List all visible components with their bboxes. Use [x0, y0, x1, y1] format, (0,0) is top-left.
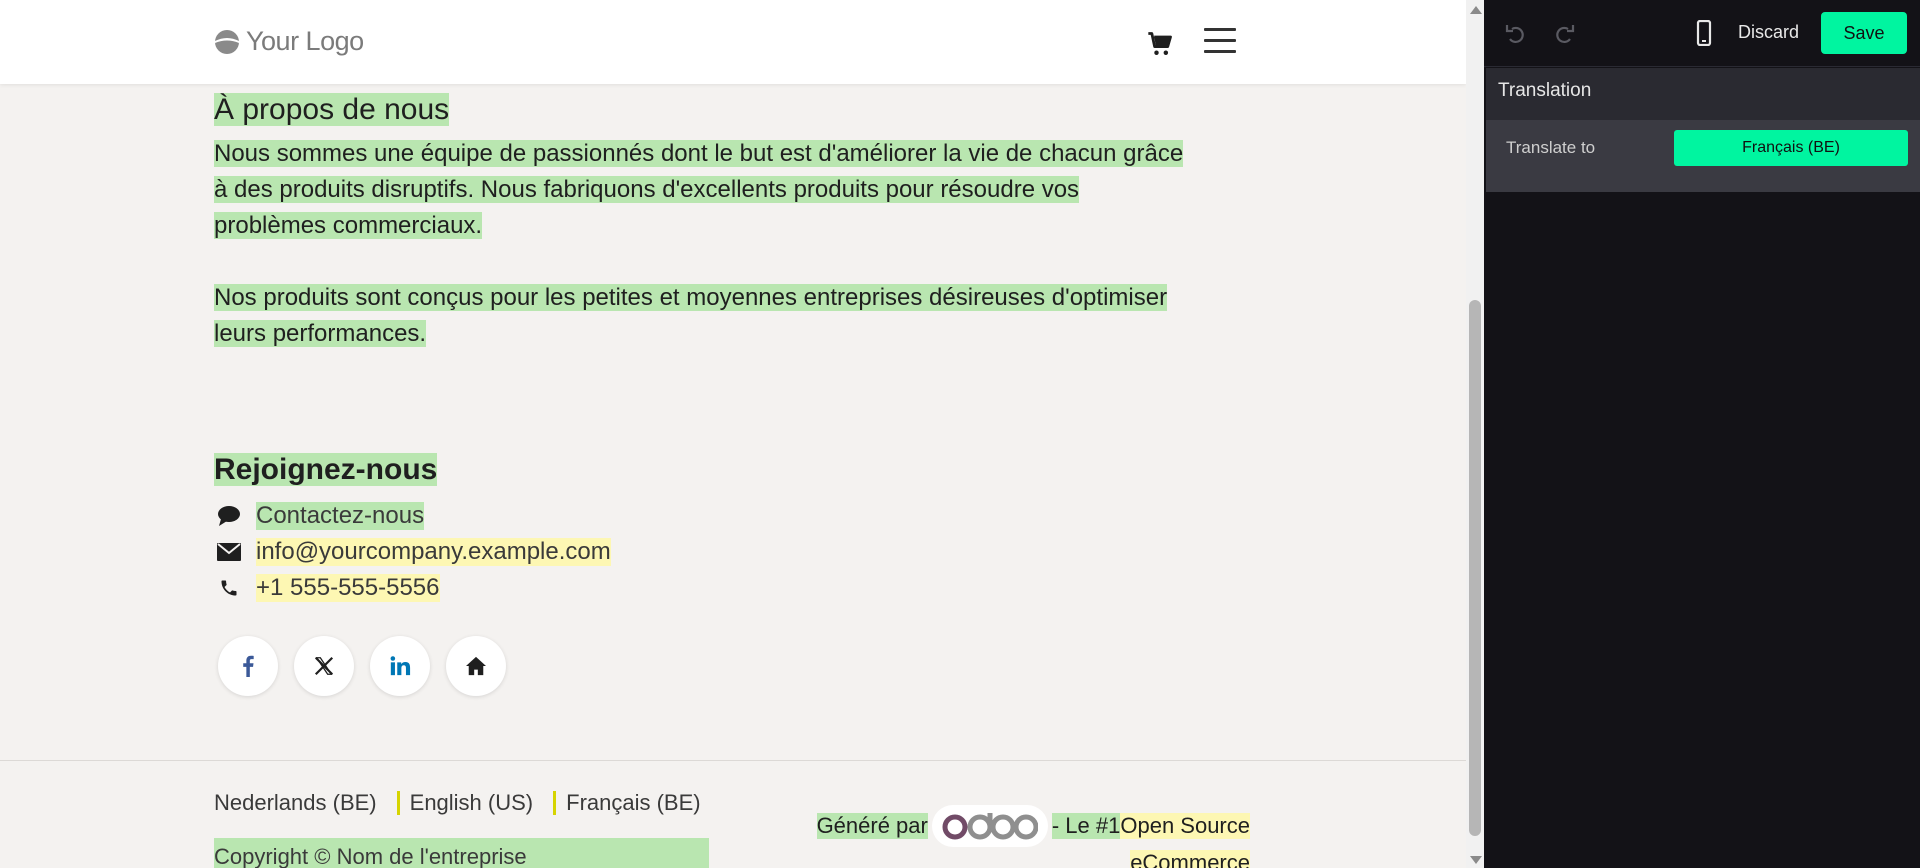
about-title: À propos de nous [214, 93, 450, 126]
website-preview: Your Logo À propos de nous Nous sommes u… [0, 0, 1466, 868]
save-button[interactable]: Save [1821, 12, 1907, 54]
facebook-icon[interactable] [218, 636, 278, 696]
mobile-preview-icon[interactable] [1692, 20, 1716, 46]
lang-francais[interactable]: Français (BE) [566, 790, 700, 816]
scrollbar-thumb[interactable] [1469, 300, 1481, 836]
logo-text: Your Logo [246, 26, 364, 56]
scroll-down-arrow-icon[interactable] [1470, 856, 1482, 864]
lang-nederlands[interactable]: Nederlands (BE) [214, 790, 377, 816]
scroll-up-arrow-icon[interactable] [1470, 6, 1482, 14]
panel-title: Translation [1498, 80, 1592, 101]
phone-link[interactable]: +1 555-555-5556 [256, 574, 440, 602]
ecommerce-link[interactable]: eCommerce [1130, 850, 1250, 868]
logo-icon [215, 29, 239, 54]
odoo-logo-icon [942, 813, 1038, 840]
editor-toolbar: Discard Save [1484, 0, 1920, 67]
site-header: Your Logo [0, 0, 1466, 84]
about-paragraph-2: Nos produits sont conçus pour les petite… [214, 284, 1168, 347]
lang-english[interactable]: English (US) [410, 790, 533, 816]
phone-row[interactable]: +1 555-555-5556 [214, 570, 611, 606]
page-scrollbar[interactable] [1466, 0, 1484, 868]
odoo-logo[interactable] [931, 805, 1048, 847]
comment-icon [214, 503, 244, 529]
powered-prefix: Généré par [816, 813, 928, 839]
hamburger-menu-icon[interactable] [1204, 28, 1236, 56]
translate-to-label: Translate to [1506, 138, 1596, 157]
contact-link-row[interactable]: Contactez-nous [214, 498, 611, 534]
editor-sidebar: Discard Save Translation Translate to Fr… [1484, 0, 1920, 868]
contact-list: Contactez-nous info@yourcompany.example.… [214, 498, 611, 606]
powered-by: Généré par - Le #1 Open Source eCommerce [808, 804, 1250, 868]
x-icon[interactable] [294, 636, 354, 696]
email-link[interactable]: info@yourcompany.example.com [256, 538, 611, 566]
redo-icon[interactable] [1552, 22, 1576, 46]
email-row[interactable]: info@yourcompany.example.com [214, 534, 611, 570]
translation-panel: Translation Translate to Français (BE) [1486, 68, 1920, 192]
undo-icon[interactable] [1504, 22, 1528, 46]
lang-separator [396, 791, 400, 815]
discard-button[interactable]: Discard [1738, 18, 1799, 46]
copyright-text: Copyright © Nom de l'entreprise [214, 838, 709, 868]
translate-to-select[interactable]: Français (BE) [1674, 130, 1908, 166]
powered-suffix: - Le #1 [1051, 813, 1121, 839]
join-title: Rejoignez-nous [214, 453, 438, 486]
envelope-icon [214, 539, 244, 565]
linkedin-icon[interactable] [370, 636, 430, 696]
about-paragraph-1: Nous sommes une équipe de passionnés don… [214, 140, 1184, 239]
home-icon[interactable] [446, 636, 506, 696]
cart-icon[interactable] [1146, 30, 1174, 58]
translate-to-row: Translate to Français (BE) [1486, 120, 1920, 192]
site-logo[interactable]: Your Logo [214, 26, 364, 57]
open-source-link[interactable]: Open Source [1120, 813, 1250, 839]
footer-divider [0, 760, 1466, 761]
phone-icon [214, 575, 244, 601]
language-selector: Nederlands (BE) English (US) Français (B… [214, 790, 701, 816]
contact-us-link[interactable]: Contactez-nous [256, 502, 425, 530]
social-links [218, 636, 506, 696]
lang-separator [553, 791, 557, 815]
